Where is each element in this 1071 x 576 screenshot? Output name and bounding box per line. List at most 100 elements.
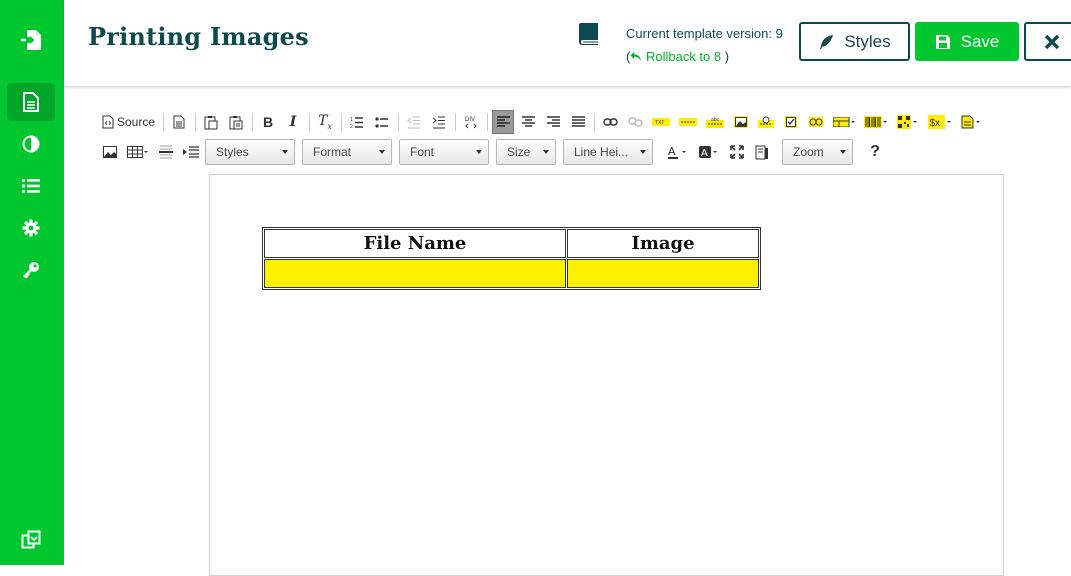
italic-button[interactable]: I [282,110,304,134]
toolbar-separator [341,113,343,131]
paste-button[interactable] [200,110,222,134]
styles-button[interactable]: Styles [799,22,910,61]
unlink-icon [627,117,643,127]
svg-text:A: A [701,148,708,159]
barcode-icon [864,116,888,128]
justify-icon [571,116,585,127]
insert-label-field-button[interactable]: abc [703,110,727,134]
numbered-list-button[interactable]: 12 [346,110,368,134]
gear-icon [22,219,40,237]
insert-checkbox-button[interactable] [780,110,802,134]
insert-text-field-button[interactable]: TXT [649,110,673,134]
maximize-button[interactable] [726,140,748,164]
sidebar-item-theme[interactable] [7,125,55,163]
close-button[interactable] [1024,22,1071,61]
sidebar-item-list[interactable] [7,167,55,205]
svg-text:2: 2 [350,124,353,129]
outdent-button[interactable] [403,110,425,134]
source-button[interactable]: Source [99,110,158,134]
page-title: Printing Images [88,22,309,51]
svg-text:$x: $x [930,118,941,129]
toolbar-separator [487,113,489,131]
book-icon[interactable] [578,21,600,51]
create-div-button[interactable]: DIV [460,110,482,134]
align-center-button[interactable] [517,110,539,134]
format-combo[interactable]: Format [302,139,392,165]
rollback-link[interactable]: ( Rollback to 8 ) [626,49,729,64]
size-combo[interactable]: Size [496,139,556,165]
page-break-button[interactable] [180,140,202,164]
format-combo-label: Format [313,145,352,159]
toolbar-separator [163,113,165,131]
line-height-combo[interactable]: Line Hei... [563,139,653,165]
text-field-icon: TXT [652,118,671,126]
new-page-button[interactable] [168,110,190,134]
table-button[interactable] [124,140,152,164]
show-blocks-button[interactable] [751,140,773,164]
sidebar-item-keys[interactable] [7,251,55,289]
insert-expression-button[interactable]: $x [925,110,955,134]
label-field-icon: abc [706,117,725,128]
insert-field-button[interactable] [676,110,700,134]
table-cell-image[interactable] [567,259,759,288]
file-export-icon [21,30,41,50]
table-icon [127,146,148,158]
bold-button[interactable]: B [257,110,279,134]
svg-text:DIV: DIV [465,117,475,123]
italic-icon: I [289,114,297,130]
new-page-icon [173,115,185,129]
insert-date-field-button[interactable] [755,110,777,134]
toolbar-row-1: Source B I Tx 12 DIV TXT abc $x [99,108,987,136]
chevron-down-icon [476,150,482,154]
bulleted-list-button[interactable] [371,110,393,134]
numbered-list-icon: 12 [350,117,364,129]
font-combo[interactable]: Font [399,139,489,165]
table-header-row: File Name Image [264,229,759,258]
link-button[interactable] [599,110,621,134]
svg-text:abc: abc [711,117,720,123]
table-field-icon [833,117,856,127]
align-left-button[interactable] [492,110,515,134]
sidebar [0,0,64,565]
insert-link-field-button[interactable] [805,110,827,134]
styles-combo[interactable]: Styles [205,139,295,165]
text-color-button[interactable]: A [664,140,692,164]
save-button[interactable]: Save [915,22,1019,61]
chevron-down-icon [379,150,385,154]
sidebar-item-copy[interactable] [7,521,55,559]
table-cell-file-name[interactable] [264,259,566,288]
background-color-button[interactable]: A [695,140,723,164]
insert-section-button[interactable] [958,110,984,134]
indent-button[interactable] [428,110,450,134]
insert-qrcode-button[interactable] [894,110,922,134]
justify-button[interactable] [567,110,589,134]
zoom-combo[interactable]: Zoom [782,139,853,165]
table-row [264,259,759,288]
insert-table-field-button[interactable] [830,110,858,134]
undo-icon [630,52,642,61]
toolbar-separator [309,113,311,131]
help-button[interactable]: ? [864,140,886,164]
align-right-button[interactable] [542,110,564,134]
remove-format-button[interactable]: Tx [314,110,336,134]
template-version: Current template version: 9 [626,26,783,41]
source-icon [102,115,114,129]
horizontal-line-button[interactable] [155,140,177,164]
toolbar-row-2: Styles Format Font Size Line Hei... A A … [99,138,889,166]
insert-image-field-button[interactable] [730,110,752,134]
table-header-file-name[interactable]: File Name [264,229,566,258]
sidebar-item-export[interactable] [7,21,55,59]
line-height-combo-label: Line Hei... [574,145,629,159]
image-icon [103,146,117,158]
unlink-button[interactable] [624,110,646,134]
insert-barcode-button[interactable] [861,110,891,134]
document-table[interactable]: File Name Image [262,227,761,290]
paste-text-button[interactable] [225,110,247,134]
sidebar-item-settings[interactable] [7,209,55,247]
sidebar-item-document[interactable] [7,83,55,121]
image-button[interactable] [99,140,121,164]
chevron-down-icon [543,150,549,154]
table-header-image[interactable]: Image [567,229,759,258]
link-field-icon [809,117,824,127]
editor-content[interactable]: File Name Image [209,174,1004,576]
